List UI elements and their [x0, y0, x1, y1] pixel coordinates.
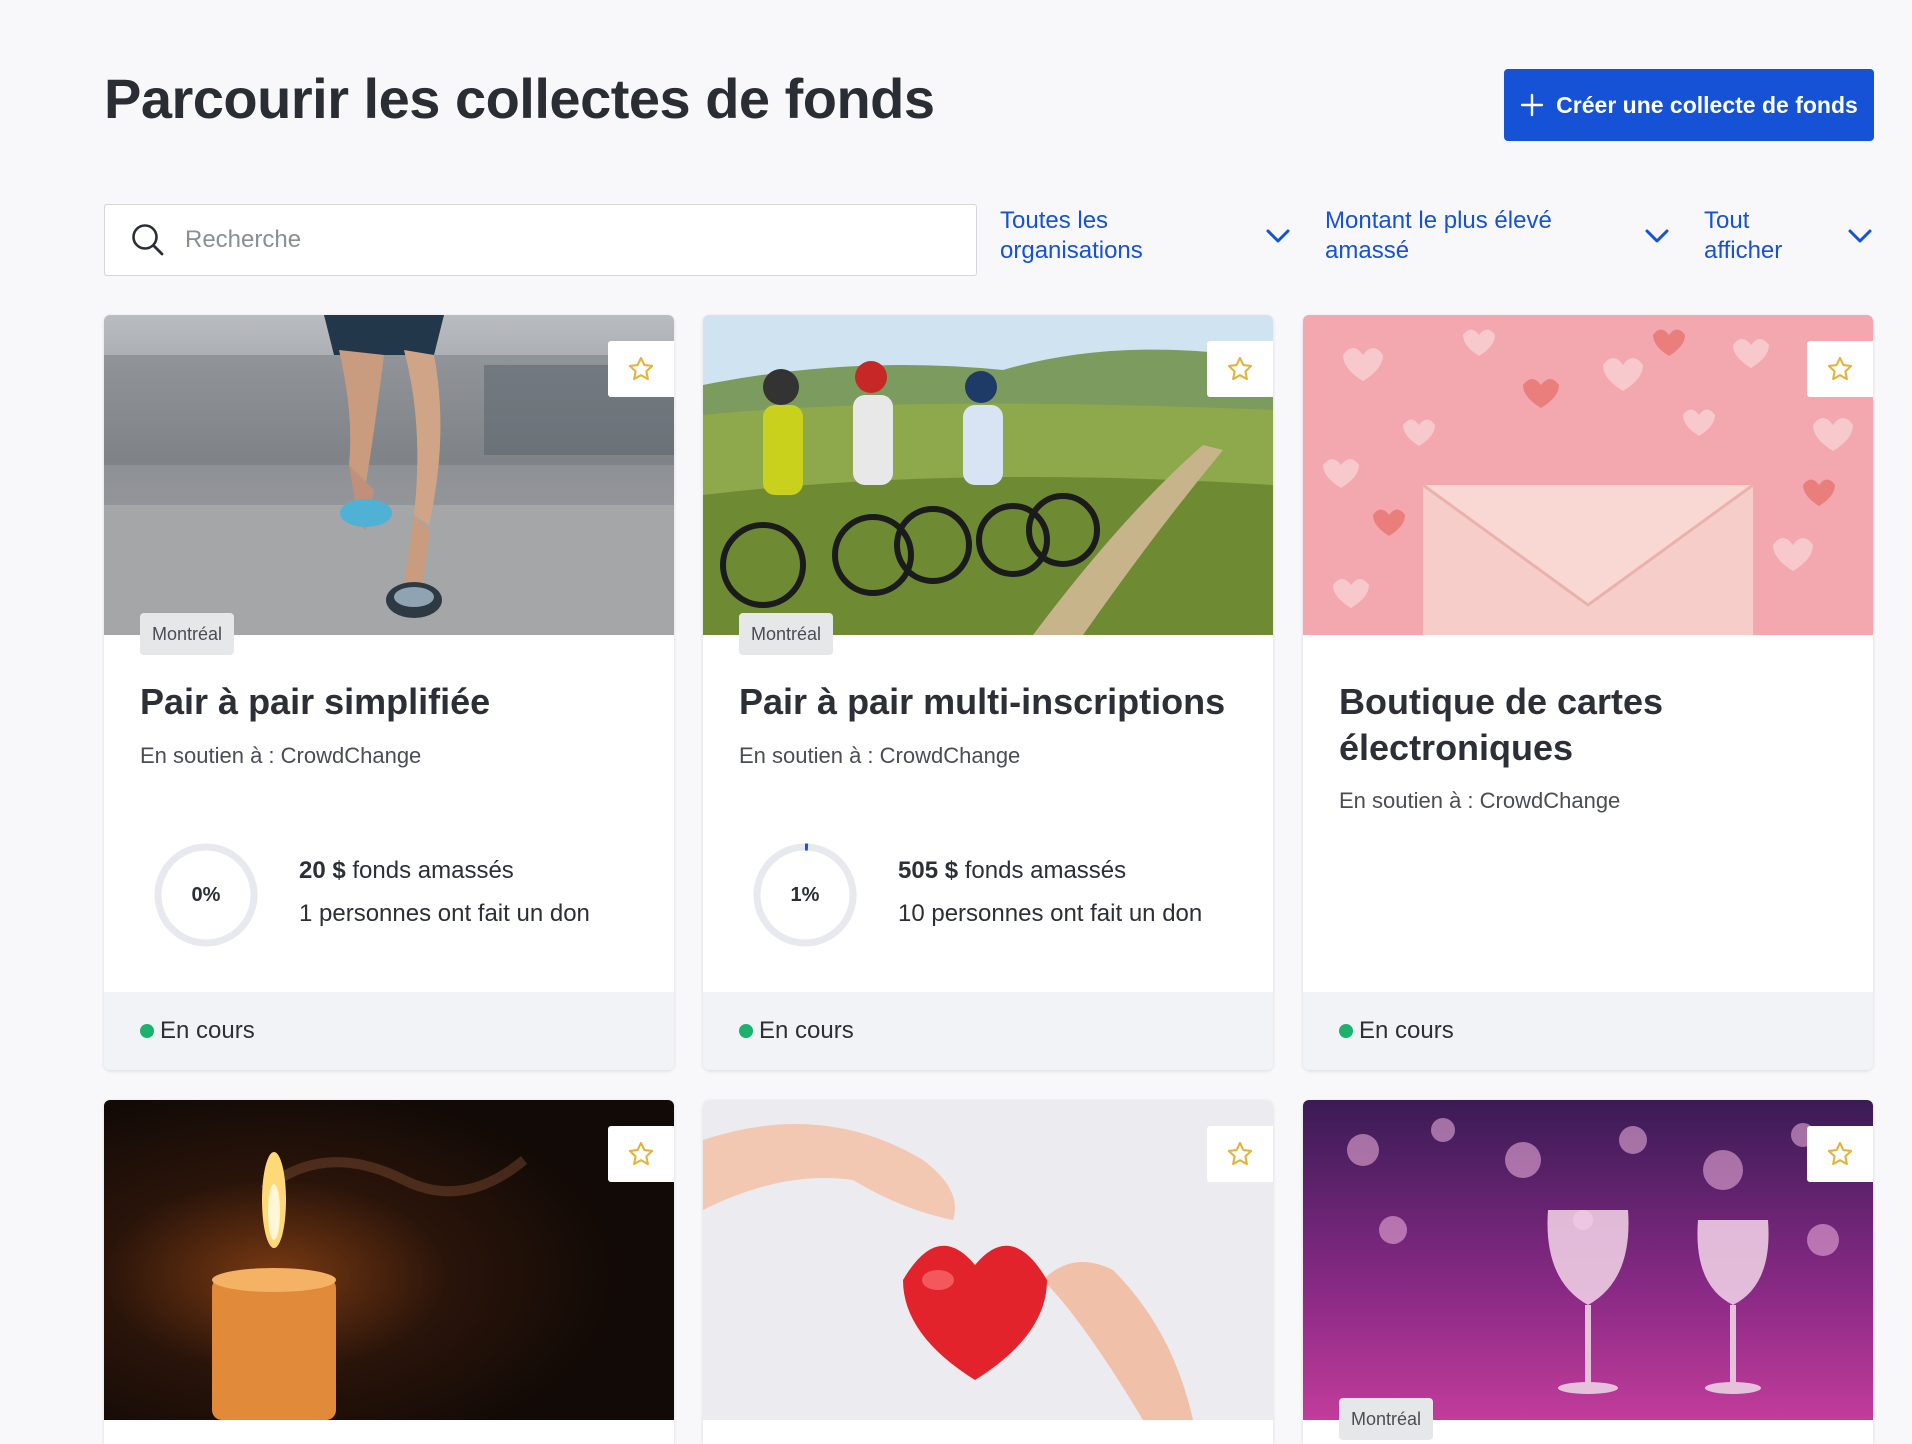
fundraiser-card[interactable]: Montréal Pair à pair simplifiée En souti… — [104, 315, 674, 1070]
star-icon — [1227, 1141, 1253, 1166]
create-fundraiser-button[interactable]: Créer une collecte de fonds — [1504, 69, 1874, 141]
page-title: Parcourir les collectes de fonds — [104, 67, 935, 130]
star-icon — [1827, 1141, 1853, 1166]
chevron-down-icon — [1848, 229, 1872, 243]
favorite-button[interactable] — [608, 341, 674, 397]
amount-raised: 505 $ fonds amassés — [898, 857, 1126, 885]
support-text: En soutien à : CrowdChange — [739, 743, 1021, 768]
amount-suffix: fonds amassés — [964, 857, 1127, 884]
fundraiser-card[interactable]: Montréal — [1303, 1100, 1873, 1444]
favorite-button[interactable] — [1207, 1126, 1273, 1182]
amount-value: 20 $ — [299, 857, 346, 884]
fundraiser-card[interactable] — [104, 1100, 674, 1444]
card-footer: En cours — [104, 992, 674, 1070]
page: Parcourir les collectes de fonds Créer u… — [0, 0, 1912, 1444]
plus-icon — [1520, 93, 1544, 117]
search-input[interactable] — [183, 225, 887, 255]
star-icon — [1227, 356, 1253, 381]
status-label: En cours — [160, 1017, 255, 1044]
sort-label: Montant le plus élevé amassé — [1325, 207, 1552, 264]
location-tag: Montréal — [1339, 1398, 1434, 1440]
status-filter-dropdown[interactable]: Tout afficher — [1704, 204, 1874, 268]
donor-count: 1 personnes ont fait un don — [299, 900, 590, 927]
star-icon — [1827, 356, 1853, 381]
star-icon — [628, 1141, 654, 1166]
fundraiser-card[interactable]: Boutique de cartes électroniques En sout… — [1303, 315, 1873, 1070]
fundraiser-image-wine[interactable] — [1303, 1100, 1873, 1420]
status-dot — [140, 1024, 154, 1038]
amount-raised: 20 $ fonds amassés — [299, 857, 514, 885]
status-label: En cours — [759, 1017, 854, 1044]
chevron-down-icon — [1266, 229, 1290, 243]
fundraiser-card[interactable] — [703, 1100, 1273, 1444]
favorite-button[interactable] — [1807, 341, 1873, 397]
status-dot — [1339, 1024, 1353, 1038]
sort-dropdown[interactable]: Montant le plus élevé amassé — [1325, 204, 1671, 268]
fundraiser-image-candle[interactable] — [104, 1100, 674, 1420]
fundraiser-card[interactable]: Montréal Pair à pair multi-inscriptions … — [703, 315, 1273, 1070]
location-tag: Montréal — [739, 613, 834, 655]
search-icon — [132, 224, 164, 256]
fundraiser-title[interactable]: Boutique de cartes électroniques — [1339, 679, 1839, 771]
status-label: En cours — [1359, 1017, 1454, 1044]
progress-percent: 1% — [790, 883, 820, 906]
favorite-button[interactable] — [1207, 341, 1273, 397]
donor-count: 10 personnes ont fait un don — [898, 900, 1203, 927]
card-footer: En cours — [703, 992, 1273, 1070]
star-icon — [628, 356, 654, 381]
fundraiser-title[interactable]: Pair à pair simplifiée — [140, 679, 640, 725]
search-box[interactable] — [104, 204, 977, 276]
status-filter-label: Tout afficher — [1704, 207, 1783, 264]
amount-value: 505 $ — [898, 857, 959, 884]
fundraiser-image-bikers[interactable] — [703, 315, 1273, 635]
favorite-button[interactable] — [1807, 1126, 1873, 1182]
create-fundraiser-label: Créer une collecte de fonds — [1556, 91, 1858, 118]
status-dot — [739, 1024, 753, 1038]
card-footer: En cours — [1303, 992, 1873, 1070]
progress-percent: 0% — [191, 883, 221, 906]
amount-suffix: fonds amassés — [352, 857, 514, 884]
support-text: En soutien à : CrowdChange — [140, 743, 422, 768]
fundraiser-image-heart[interactable] — [703, 1100, 1273, 1420]
fundraiser-title[interactable]: Pair à pair multi-inscriptions — [739, 679, 1239, 725]
favorite-button[interactable] — [608, 1126, 674, 1182]
fundraiser-image-runner[interactable] — [104, 315, 674, 635]
location-tag: Montréal — [140, 613, 235, 655]
support-text: En soutien à : CrowdChange — [1339, 788, 1621, 813]
organization-filter-label: Toutes les organisations — [1000, 207, 1143, 264]
organization-filter-dropdown[interactable]: Toutes les organisations — [1000, 204, 1292, 268]
chevron-down-icon — [1645, 229, 1669, 243]
fundraiser-image-envelope[interactable] — [1303, 315, 1873, 635]
